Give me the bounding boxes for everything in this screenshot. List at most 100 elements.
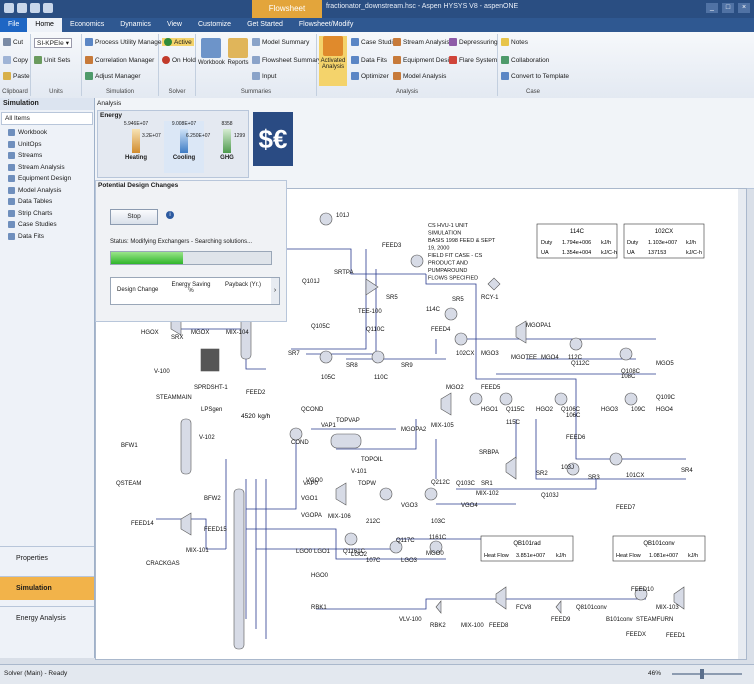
tab-flowsheet-modify[interactable]: Flowsheet/Modify [291,18,361,32]
stream-label[interactable]: 110C [374,375,389,381]
stream-label[interactable]: TOPVAP [336,418,360,424]
stream-label[interactable]: 114C [426,307,441,313]
stream-label[interactable]: HGO1 [481,407,499,413]
stream-label[interactable]: COND [291,440,309,446]
zoom-slider[interactable] [672,673,742,675]
stream-label[interactable]: MIX-104 [226,330,249,336]
stream-analysis-button[interactable]: Stream Analysis [393,38,450,46]
stop-button[interactable]: Stop [110,209,158,225]
stream-label[interactable]: FEED1 [666,633,686,639]
stream-label[interactable]: FEED14 [131,521,154,527]
stream-label[interactable]: RBK1 [311,605,327,611]
stream-label[interactable]: 1161C [429,535,447,541]
stream-label[interactable]: MIX-102 [476,491,499,497]
nav-item-data-fits[interactable]: Data Fits [0,231,94,243]
stream-label[interactable]: Q8101conv [576,605,607,611]
stream-label[interactable]: 101CX [626,473,644,479]
depressuring-button[interactable]: Depressuring [449,38,498,46]
energy-card[interactable]: Energy 5.946E+07 Heating 3.2E+07 9.008E+… [97,110,249,178]
nav-item-case-studies[interactable]: Case Studies [0,219,94,231]
quick-access-toolbar[interactable] [4,3,84,15]
notes-button[interactable]: Notes [501,38,528,46]
nav-item-unitops[interactable]: UnitOps [0,139,94,151]
minimize-icon[interactable]: _ [706,3,718,13]
stream-label[interactable]: SR5 [452,297,464,303]
unit-sets-button[interactable]: Unit Sets [34,56,70,64]
flowsheet-scrollbar[interactable] [738,189,746,659]
stream-label[interactable]: LGO1 [314,549,331,555]
stream-label[interactable]: Q103C [456,481,476,487]
paste-button[interactable]: Paste [3,72,30,80]
stream-label[interactable]: SR4 [681,468,693,474]
stream-label[interactable]: HGO4 [656,407,674,413]
stream-label[interactable]: LPSgen [201,407,222,413]
stream-label[interactable]: MIX-101 [186,548,209,554]
stream-label[interactable]: TOPW [358,481,376,487]
stream-label[interactable]: STEAMFURN [636,617,673,623]
maximize-icon[interactable]: □ [722,3,734,13]
stream-label[interactable]: 212C [366,519,381,525]
stream-label[interactable]: FEED15 [204,527,227,533]
stream-label[interactable]: Q117C [396,538,415,544]
chevron-right-icon[interactable]: › [271,278,279,304]
stream-label[interactable]: Q115C [506,407,525,413]
redo-icon[interactable] [43,3,53,13]
undo-icon[interactable] [30,3,40,13]
unit-set-select[interactable]: SI-KPEIe ▾ [34,38,72,48]
stream-label[interactable]: VAP1 [321,423,337,429]
stream-label[interactable]: FCV8 [516,605,532,611]
stream-label[interactable]: SR8 [346,363,358,369]
data-fits-button[interactable]: Data Fits [351,56,387,64]
tab-dynamics[interactable]: Dynamics [112,18,159,32]
stream-label[interactable]: TEE-100 [358,309,382,315]
activated-analysis-button[interactable]: Activated Analysis [319,36,347,86]
stream-label[interactable]: SR9 [401,363,413,369]
stream-label[interactable]: MGOPA1 [526,323,552,329]
stream-label[interactable]: V-100 [154,369,170,375]
nav-item-workbook[interactable]: Workbook [0,127,94,139]
optimizer-button[interactable]: Optimizer [351,72,389,80]
tab-file[interactable]: File [0,18,28,32]
workbook-button[interactable]: Workbook [198,38,225,66]
adjust-manager-button[interactable]: Adjust Manager [85,72,141,80]
stream-label[interactable]: 103J [561,465,574,471]
stream-label[interactable]: CRACKGAS [146,561,180,567]
stream-label[interactable]: HGO0 [311,573,329,579]
stream-label[interactable]: FEED4 [431,327,451,333]
stream-label[interactable]: MGOPA2 [401,427,427,433]
stream-label[interactable]: MIX-103 [656,605,679,611]
stream-label[interactable]: 115C [506,420,521,426]
solver-active-button[interactable]: Active [162,38,194,46]
stream-label[interactable]: SR5 [386,295,398,301]
model-analysis-button[interactable]: Model Analysis [393,72,446,80]
stream-label[interactable]: FEED3 [382,243,402,249]
workspace-energy-analysis[interactable]: Energy Analysis [0,606,94,630]
stream-label[interactable]: 103C [431,519,446,525]
stream-label[interactable]: B101conv [606,617,633,623]
stream-label[interactable]: SR7 [288,351,300,357]
stream-label[interactable]: FEED2 [246,390,266,396]
stream-label[interactable]: VLV-100 [399,617,422,623]
tab-customize[interactable]: Customize [190,18,239,32]
stream-label[interactable]: Q103J [541,493,559,499]
stream-label[interactable]: Q101J [302,279,320,285]
tab-economics[interactable]: Economics [62,18,112,32]
stream-label[interactable]: MGOTEE [511,355,537,361]
stream-label[interactable]: RCY-1 [481,295,499,301]
stream-label[interactable]: BFW2 [204,496,221,502]
stream-label[interactable]: HGO2 [536,407,554,413]
input-button[interactable]: Input [252,72,276,80]
stream-label[interactable]: Q112C [571,361,590,367]
stream-label[interactable]: MGO3 [481,351,499,357]
stream-label[interactable]: MGO4 [541,355,559,361]
stream-label[interactable]: VGO0 [306,478,323,484]
stream-label[interactable]: HGOX [141,330,159,336]
stream-label[interactable]: MGO0 [426,551,444,557]
stream-label[interactable]: FEED8 [489,623,509,629]
stream-label[interactable]: MGO5 [656,361,674,367]
stream-label[interactable]: 106C [566,413,581,419]
stream-label[interactable]: FEED9 [551,617,571,623]
tab-home[interactable]: Home [27,18,62,32]
zoom-slider-handle[interactable] [700,669,704,679]
nav-item-streams[interactable]: Streams [0,150,94,162]
